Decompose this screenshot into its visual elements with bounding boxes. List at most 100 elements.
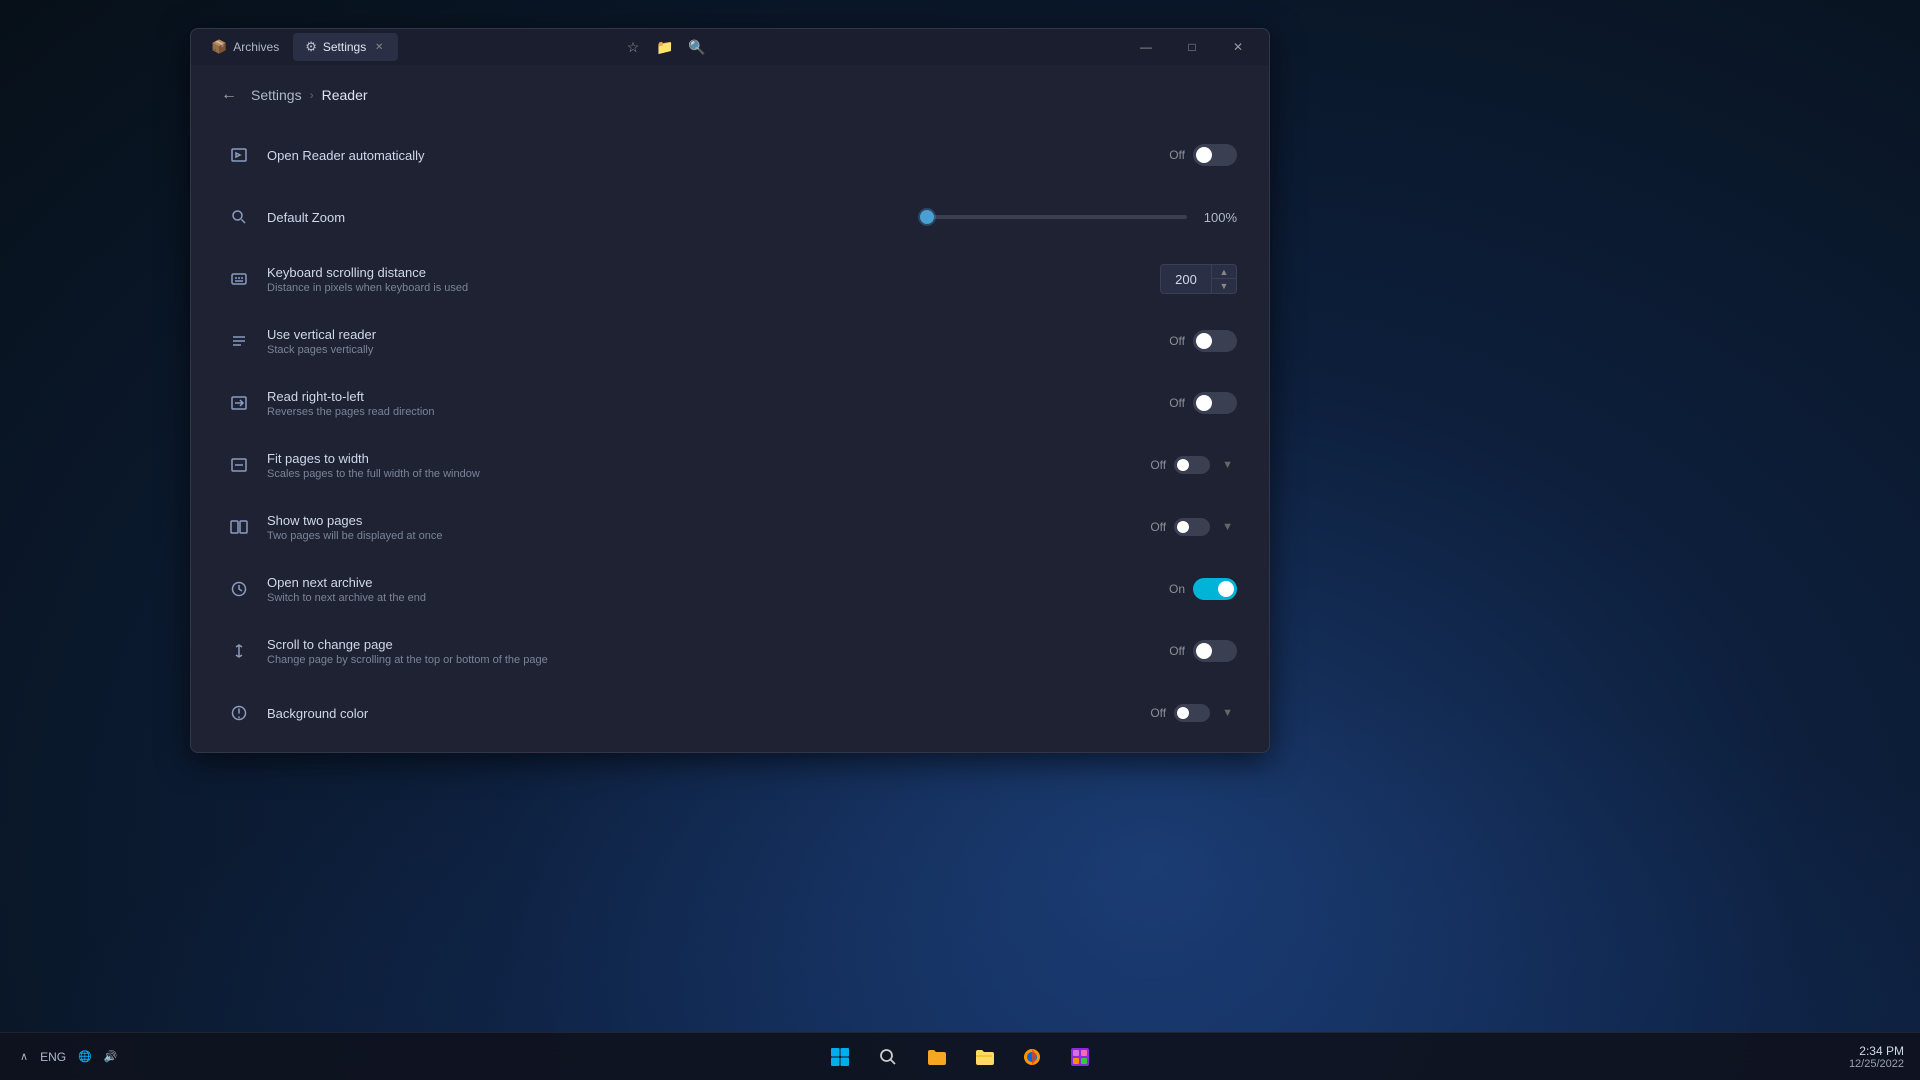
keyboard-scroll-desc: Distance in pixels when keyboard is used — [267, 282, 1160, 294]
tab-settings-label: Settings — [323, 40, 366, 54]
setting-bg-color: Background color Off ▼ — [207, 683, 1253, 743]
setting-default-zoom: Default Zoom 100% — [207, 187, 1253, 247]
fit-pages-toggle-thumb — [1177, 459, 1189, 471]
open-next-toggle-thumb — [1218, 581, 1234, 597]
rtl-toggle[interactable] — [1193, 392, 1237, 414]
language-indicator[interactable]: ENG — [36, 1048, 70, 1066]
zoom-slider-track[interactable] — [927, 215, 1187, 219]
breadcrumb-settings[interactable]: Settings — [251, 87, 302, 103]
reader-settings-list: Open Reader automatically Off — [191, 125, 1269, 743]
scroll-change-label: Scroll to change page — [267, 637, 1165, 652]
bg-color-toggle-thumb — [1177, 707, 1189, 719]
start-button[interactable] — [818, 1035, 862, 1079]
taskbar-explorer[interactable] — [962, 1035, 1006, 1079]
scroll-change-state: Off — [1165, 644, 1185, 658]
keyboard-scroll-control: 200 ▲ ▼ — [1160, 264, 1237, 294]
two-pages-toggle[interactable] — [1174, 518, 1210, 536]
two-pages-chevron[interactable]: ▼ — [1218, 517, 1237, 537]
vertical-reader-icon — [223, 332, 255, 350]
taskbar-date: 12/25/2022 — [1849, 1058, 1904, 1070]
window-controls: — □ ✕ — [1123, 29, 1261, 65]
taskbar-time: 2:34 PM — [1849, 1044, 1904, 1058]
vertical-reader-control: Off — [1165, 330, 1237, 352]
back-button[interactable]: ← — [215, 81, 243, 109]
title-bar-actions: ☆ 📁 🔍 — [619, 33, 711, 61]
settings-tab-icon: ⚙ — [305, 39, 317, 55]
taskbar-files[interactable] — [914, 1035, 958, 1079]
chevron-up-icon[interactable]: ∧ — [16, 1048, 32, 1065]
rtl-info: Read right-to-left Reverses the pages re… — [267, 389, 1165, 418]
zoom-value: 100% — [1197, 210, 1237, 225]
open-reader-info: Open Reader automatically — [267, 148, 1165, 163]
two-pages-label: Show two pages — [267, 513, 1146, 528]
network-icon[interactable]: 🌐 — [74, 1048, 96, 1065]
fit-pages-label: Fit pages to width — [267, 451, 1146, 466]
taskbar-left: ∧ ENG 🌐 🔊 — [16, 1048, 121, 1066]
open-reader-toggle[interactable] — [1193, 144, 1237, 166]
tab-settings[interactable]: ⚙ Settings ✕ — [293, 33, 398, 61]
setting-vertical-reader: Use vertical reader Stack pages vertical… — [207, 311, 1253, 371]
rtl-label: Read right-to-left — [267, 389, 1165, 404]
vertical-reader-info: Use vertical reader Stack pages vertical… — [267, 327, 1165, 356]
tab-archives[interactable]: 📦 Archives — [199, 33, 291, 61]
bg-color-toggle[interactable] — [1174, 704, 1210, 722]
zoom-label: Default Zoom — [267, 210, 927, 225]
zoom-icon — [223, 208, 255, 226]
taskbar-app5[interactable] — [1058, 1035, 1102, 1079]
scroll-change-toggle-thumb — [1196, 643, 1212, 659]
spinner-up[interactable]: ▲ — [1212, 265, 1236, 279]
open-next-icon — [223, 580, 255, 598]
spinner-buttons: ▲ ▼ — [1211, 265, 1236, 293]
open-reader-icon — [223, 146, 255, 164]
bg-color-chevron[interactable]: ▼ — [1218, 703, 1237, 723]
vertical-reader-desc: Stack pages vertically — [267, 344, 1165, 356]
fit-pages-desc: Scales pages to the full width of the wi… — [267, 468, 1146, 480]
folder-button[interactable]: 📁 — [651, 33, 679, 61]
taskbar: ∧ ENG 🌐 🔊 — [0, 1032, 1920, 1080]
vertical-reader-toggle[interactable] — [1193, 330, 1237, 352]
bg-color-icon — [223, 704, 255, 722]
scroll-change-info: Scroll to change page Change page by scr… — [267, 637, 1165, 666]
volume-icon[interactable]: 🔊 — [100, 1048, 122, 1065]
breadcrumb-current: Reader — [322, 87, 368, 103]
settings-content: ← Settings › Reader Open Reader automati… — [191, 65, 1269, 752]
spinner-down[interactable]: ▼ — [1212, 279, 1236, 293]
fit-pages-icon — [223, 456, 255, 474]
star-button[interactable]: ☆ — [619, 33, 647, 61]
two-pages-info: Show two pages Two pages will be display… — [267, 513, 1146, 542]
setting-keyboard-scroll: Keyboard scrolling distance Distance in … — [207, 249, 1253, 309]
setting-scroll-change: Scroll to change page Change page by scr… — [207, 621, 1253, 681]
keyboard-scroll-spinner: 200 ▲ ▼ — [1160, 264, 1237, 294]
bg-color-control: Off ▼ — [1146, 703, 1237, 723]
open-next-toggle[interactable] — [1193, 578, 1237, 600]
maximize-button[interactable]: □ — [1169, 29, 1215, 65]
setting-fit-pages: Fit pages to width Scales pages to the f… — [207, 435, 1253, 495]
app-window: 📦 Archives ⚙ Settings ✕ ☆ 📁 🔍 — □ ✕ ← S — [190, 28, 1270, 753]
zoom-slider-thumb[interactable] — [920, 210, 934, 224]
open-reader-toggle-thumb — [1196, 147, 1212, 163]
search-button[interactable]: 🔍 — [683, 33, 711, 61]
rtl-icon — [223, 394, 255, 412]
open-next-desc: Switch to next archive at the end — [267, 592, 1165, 604]
tab-archives-label: Archives — [233, 40, 279, 54]
fit-pages-toggle[interactable] — [1174, 456, 1210, 474]
close-button[interactable]: ✕ — [1215, 29, 1261, 65]
vertical-reader-label: Use vertical reader — [267, 327, 1165, 342]
scroll-change-control: Off — [1165, 640, 1237, 662]
taskbar-firefox[interactable] — [1010, 1035, 1054, 1079]
open-reader-control: Off — [1165, 144, 1237, 166]
minimize-button[interactable]: — — [1123, 29, 1169, 65]
taskbar-clock[interactable]: 2:34 PM 12/25/2022 — [1849, 1044, 1904, 1070]
vertical-reader-state: Off — [1165, 334, 1185, 348]
open-next-control: On — [1165, 578, 1237, 600]
title-bar: 📦 Archives ⚙ Settings ✕ ☆ 📁 🔍 — □ ✕ — [191, 29, 1269, 65]
fit-pages-chevron[interactable]: ▼ — [1218, 455, 1237, 475]
taskbar-search[interactable] — [866, 1035, 910, 1079]
scroll-change-toggle[interactable] — [1193, 640, 1237, 662]
rtl-state: Off — [1165, 396, 1185, 410]
two-pages-desc: Two pages will be displayed at once — [267, 530, 1146, 542]
zoom-info: Default Zoom — [267, 210, 927, 225]
tab-settings-close[interactable]: ✕ — [372, 40, 386, 54]
taskbar-center — [818, 1035, 1102, 1079]
fit-pages-control: Off ▼ — [1146, 455, 1237, 475]
